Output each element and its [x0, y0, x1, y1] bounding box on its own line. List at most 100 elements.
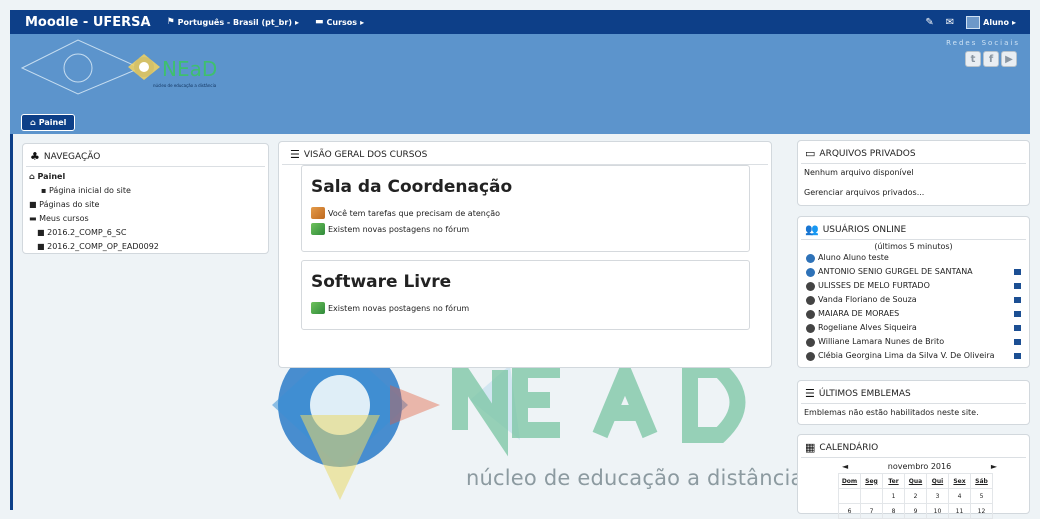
- forum-alert[interactable]: Existem novas postagens no fórum: [311, 300, 749, 316]
- calendar-day[interactable]: 1: [882, 488, 905, 504]
- weekday-header: Qui: [926, 473, 949, 489]
- list-item[interactable]: ULISSES DE MELO FURTADO: [806, 279, 1021, 293]
- nav-item-dashboard[interactable]: ⌂ Painel: [29, 170, 262, 184]
- nav-item-course[interactable]: ■ 2016.2_COMP_6_SC: [29, 226, 262, 240]
- weekday-header: Ter: [882, 473, 905, 489]
- facebook-icon[interactable]: f: [983, 51, 999, 67]
- language-label: Português - Brasil (pt_br): [177, 17, 292, 27]
- user-name: Aluno: [983, 17, 1009, 27]
- calendar-day[interactable]: 10: [926, 503, 949, 519]
- user-menu[interactable]: Aluno ▸: [966, 15, 1016, 29]
- list-item[interactable]: Vanda Floriano de Souza: [806, 293, 1021, 307]
- twitter-icon[interactable]: t: [965, 51, 981, 67]
- forum-alert[interactable]: Existem novas postagens no fórum: [311, 221, 749, 237]
- calendar-day: [860, 488, 883, 504]
- list-item[interactable]: ANTONIO SENIO GURGEL DE SANTANA: [806, 265, 1021, 279]
- nav-item-site-pages[interactable]: ■ Páginas do site: [29, 198, 262, 212]
- badges-header: ☰ ÚLTIMOS EMBLEMAS: [801, 381, 1026, 404]
- avatar: [966, 15, 981, 29]
- calendar-block: ▦ CALENDÁRIO ◄ novembro 2016 ► Dom Seg T…: [797, 434, 1030, 519]
- online-period: (últimos 5 minutos): [874, 242, 953, 251]
- avatar: [806, 281, 815, 291]
- message-icon[interactable]: [1014, 339, 1021, 345]
- breadcrumb-home[interactable]: ⌂ Painel: [21, 114, 76, 131]
- manage-files-link[interactable]: Gerenciar arquivos privados...: [798, 181, 1029, 201]
- message-icon[interactable]: [1014, 353, 1021, 359]
- nav-item-site-home[interactable]: ▪ Página inicial do site: [29, 184, 262, 198]
- calendar-day[interactable]: 11: [948, 503, 971, 519]
- list-item[interactable]: Clébia Georgina Lima da Silva V. De Oliv…: [806, 349, 1021, 363]
- calendar-day[interactable]: 3: [926, 488, 949, 504]
- nav-item-course[interactable]: ■ 2016.2_COMP_OP_EAD0092: [29, 240, 262, 254]
- caret-right-icon: ▸: [1011, 17, 1016, 27]
- assignment-icon: [311, 207, 325, 219]
- site-header: NEaD núcleo de educação a distância Rede…: [10, 34, 1030, 104]
- message-icon[interactable]: [1014, 283, 1021, 289]
- calendar-day[interactable]: 2: [904, 488, 927, 504]
- user-icon: [806, 267, 815, 277]
- previous-month-button[interactable]: ◄: [842, 462, 848, 471]
- calendar-day[interactable]: 9: [904, 503, 927, 519]
- message-icon[interactable]: [1014, 269, 1021, 275]
- next-month-button[interactable]: ►: [991, 462, 997, 471]
- private-files-block: ▭ ARQUIVOS PRIVADOS Nenhum arquivo dispo…: [797, 140, 1030, 206]
- private-files-header: ▭ ARQUIVOS PRIVADOS: [801, 141, 1026, 164]
- list-item[interactable]: Williane Lamara Nunes de Brito: [806, 335, 1021, 349]
- avatar: [806, 309, 815, 319]
- message-icon[interactable]: [1014, 325, 1021, 331]
- watermark-text: núcleo de educação a distância: [466, 466, 804, 490]
- course-title[interactable]: Sala da Coordenação: [311, 177, 749, 197]
- youtube-icon[interactable]: ▶: [1001, 51, 1017, 67]
- sitemap-icon: ♣: [30, 150, 40, 163]
- calendar-day[interactable]: 7: [860, 503, 883, 519]
- weekday-header: Sex: [948, 473, 971, 489]
- home-icon: ⌂: [30, 118, 36, 127]
- avatar: [806, 295, 815, 305]
- course-title[interactable]: Software Livre: [311, 272, 749, 292]
- list-item[interactable]: Rogeliane Alves Siqueira: [806, 321, 1021, 335]
- latest-badges-block: ☰ ÚLTIMOS EMBLEMAS Emblemas não estão ha…: [797, 380, 1030, 425]
- calendar-day[interactable]: 12: [970, 503, 993, 519]
- weekday-header: Seg: [860, 473, 883, 489]
- list-item[interactable]: Aluno Aluno teste: [806, 251, 1021, 265]
- online-users-block: 👥 USUÁRIOS ONLINE (últimos 5 minutos) Al…: [797, 216, 1030, 368]
- no-files-text: Nenhum arquivo disponível: [804, 168, 914, 177]
- online-users-list: Aluno Aluno teste ANTONIO SENIO GURGEL D…: [798, 251, 1029, 363]
- list-icon: ☰: [805, 387, 815, 400]
- edit-icon[interactable]: ✎: [925, 17, 933, 28]
- top-navbar: Moodle - UFERSA ⚑ Português - Brasil (pt…: [10, 10, 1030, 34]
- avatar: [806, 337, 815, 347]
- calendar-day[interactable]: 8: [882, 503, 905, 519]
- assignment-alert[interactable]: Você tem tarefas que precisam de atenção: [311, 205, 749, 221]
- calendar-day[interactable]: 4: [948, 488, 971, 504]
- calendar-day: [838, 488, 861, 504]
- courses-menu[interactable]: ▬ Cursos ▸: [315, 17, 364, 27]
- logo-subtitle: núcleo de educação a distância: [153, 83, 217, 88]
- avatar: [806, 351, 815, 361]
- calendar-month-nav: ◄ novembro 2016 ►: [842, 462, 997, 471]
- message-icon[interactable]: [1014, 311, 1021, 317]
- site-brand[interactable]: Moodle - UFERSA: [25, 15, 151, 30]
- calendar-grid: Dom Seg Ter Qua Qui Sex Sáb 1 2 3 4 5 6 …: [838, 473, 993, 519]
- folder-outline-icon: ▭: [805, 147, 816, 160]
- caret-right-icon: ▸: [295, 17, 300, 27]
- folder-icon: ■: [37, 228, 45, 237]
- page-icon: ▪: [41, 186, 47, 195]
- folder-icon: ■: [37, 242, 45, 251]
- language-menu[interactable]: ⚑ Português - Brasil (pt_br) ▸: [167, 17, 299, 27]
- calendar-icon: ▦: [805, 441, 816, 454]
- calendar-header: ▦ CALENDÁRIO: [801, 435, 1026, 458]
- briefcase-icon: ▬: [315, 17, 324, 27]
- calendar-day[interactable]: 5: [970, 488, 993, 504]
- calendar-day[interactable]: 6: [838, 503, 861, 519]
- nav-item-my-courses[interactable]: ▬ Meus cursos: [29, 212, 262, 226]
- message-icon[interactable]: [1014, 297, 1021, 303]
- course-card: Sala da Coordenação Você tem tarefas que…: [301, 165, 750, 252]
- course-card: Software Livre Existem novas postagens n…: [301, 260, 750, 330]
- list-item[interactable]: MAIARA DE MORAES: [806, 307, 1021, 321]
- online-users-header: 👥 USUÁRIOS ONLINE: [801, 217, 1026, 240]
- user-icon: [806, 253, 815, 263]
- folder-icon: ■: [29, 200, 37, 209]
- flag-icon: ⚑: [166, 17, 175, 27]
- envelope-icon[interactable]: ✉: [946, 17, 954, 28]
